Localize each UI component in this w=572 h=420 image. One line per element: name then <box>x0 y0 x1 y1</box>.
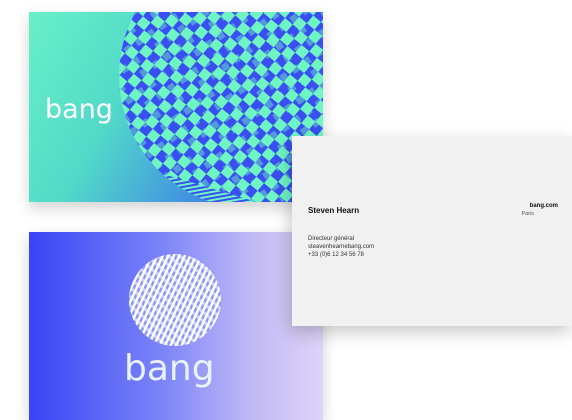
brand-logo: bang <box>45 94 113 125</box>
business-card-back: Steven Hearn bang.com Paris Directeur gé… <box>292 136 572 326</box>
contact-details: Directeur général steavenhearnebang.com … <box>308 235 374 259</box>
company-city: Paris <box>521 211 534 217</box>
brand-logo: bang <box>124 348 215 389</box>
op-art-sphere-pattern <box>129 254 221 346</box>
contact-email: steavenhearnebang.com <box>308 244 375 250</box>
contact-phone: +33 (0)6 12 34 56 78 <box>308 252 364 258</box>
business-card-front-green: bang <box>29 12 323 202</box>
company-website: bang.com <box>529 203 558 209</box>
contact-name: Steven Hearn <box>308 206 360 215</box>
contact-title: Directeur général <box>308 236 355 242</box>
page: { "cards": { "top": { "brand": "bang" },… <box>0 0 572 420</box>
business-card-front-purple: bang <box>29 232 323 420</box>
